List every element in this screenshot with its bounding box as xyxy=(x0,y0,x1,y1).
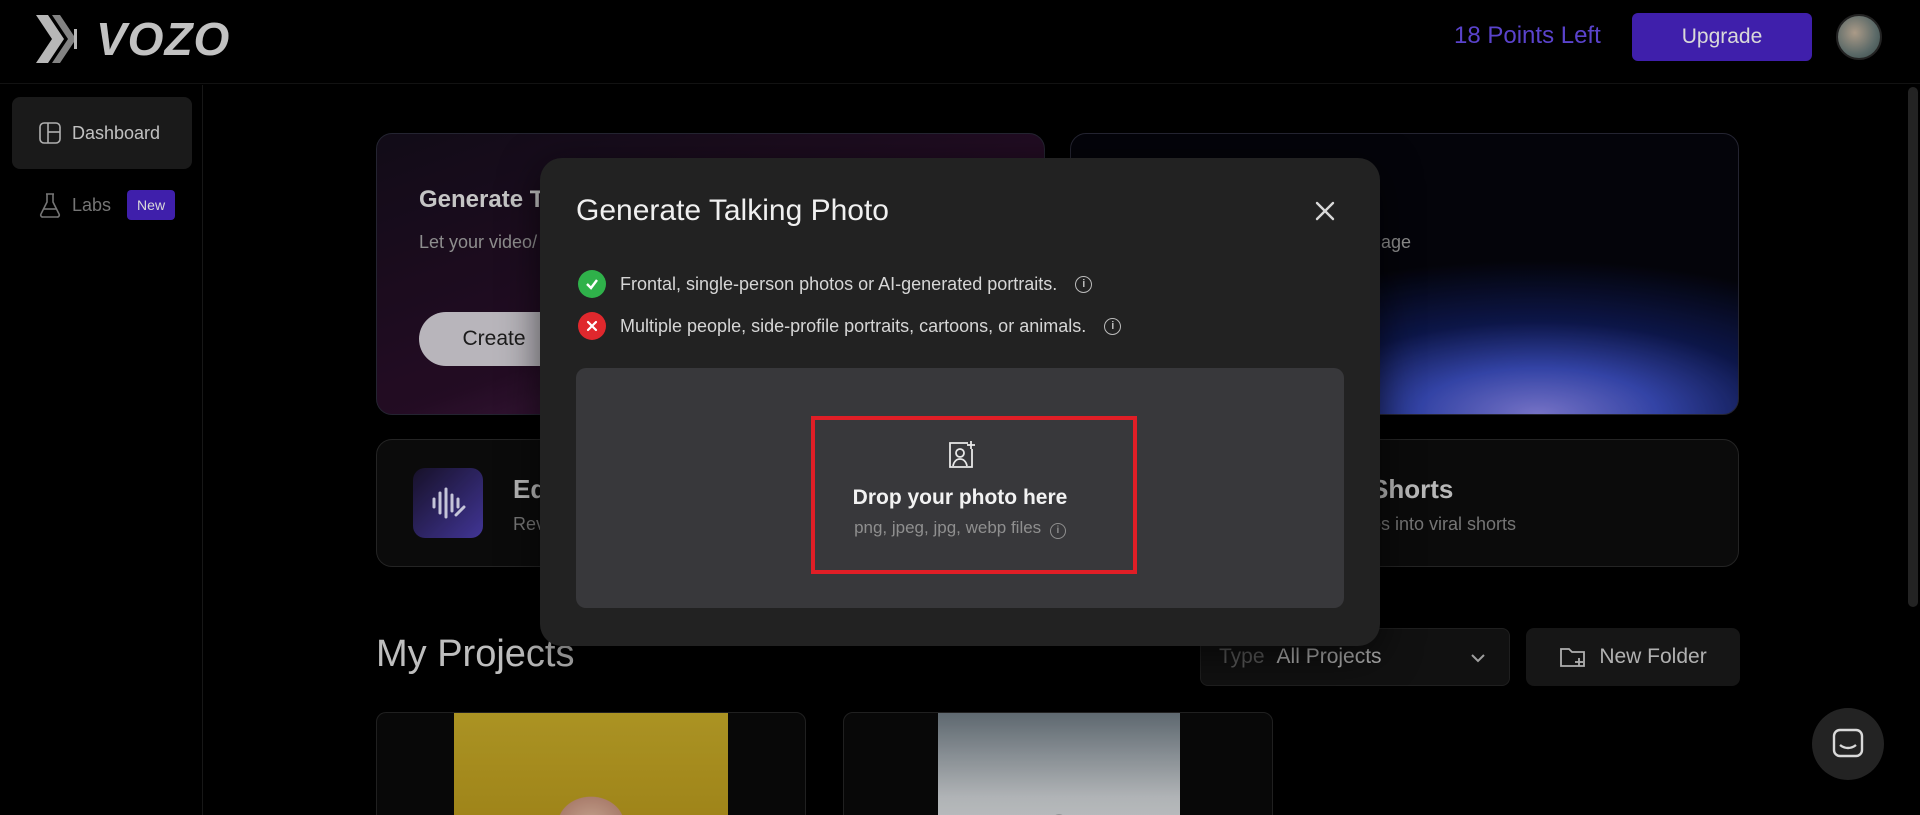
rule-allowed: Frontal, single-person photos or AI-gene… xyxy=(578,270,1093,298)
info-icon[interactable]: i xyxy=(1104,317,1122,335)
rule-allowed-text: Frontal, single-person photos or AI-gene… xyxy=(620,273,1058,294)
photo-dropzone[interactable]: Drop your photo here png, jpeg, jpg, web… xyxy=(576,368,1344,608)
rule-disallowed: Multiple people, side-profile portraits,… xyxy=(578,312,1122,340)
close-button[interactable] xyxy=(1310,196,1340,226)
info-icon[interactable]: i xyxy=(1049,522,1066,539)
cross-icon xyxy=(578,312,606,340)
close-icon xyxy=(1315,201,1335,221)
dropzone-subtitle: png, jpeg, jpg, webp files i xyxy=(576,518,1344,539)
generate-talking-photo-modal: Generate Talking Photo Frontal, single-p… xyxy=(540,158,1380,646)
dropzone-file-types: png, jpeg, jpg, webp files xyxy=(854,518,1042,537)
dropzone-title: Drop your photo here xyxy=(852,486,1068,509)
image-upload-icon xyxy=(949,441,975,468)
rule-disallowed-text: Multiple people, side-profile portraits,… xyxy=(620,315,1087,336)
modal-title: Generate Talking Photo xyxy=(576,194,889,227)
check-icon xyxy=(578,270,606,298)
info-icon[interactable]: i xyxy=(1075,275,1093,293)
